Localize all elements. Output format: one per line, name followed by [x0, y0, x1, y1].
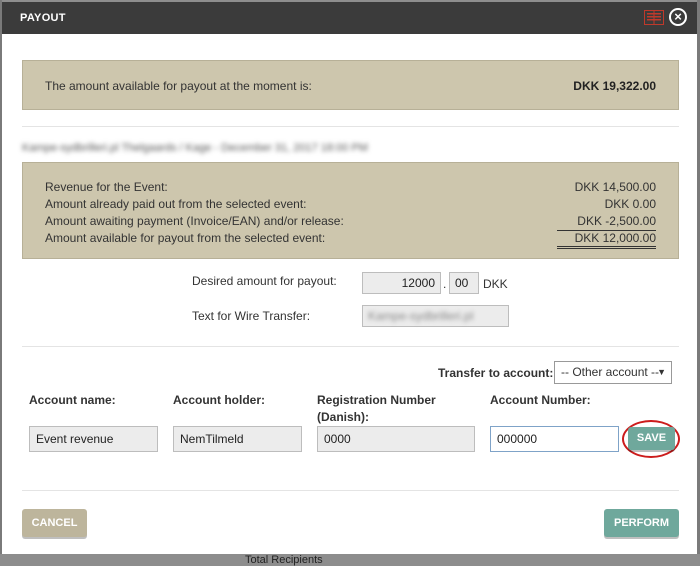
- account-holder-label: Account holder:: [173, 393, 265, 407]
- event-row-value: DKK 0.00: [604, 197, 656, 211]
- amount-cents-input[interactable]: 00: [449, 272, 479, 294]
- available-label: The amount available for payout at the m…: [45, 79, 312, 93]
- modal-title: PAYOUT: [20, 12, 66, 24]
- event-row-value: DKK -2,500.00: [577, 214, 656, 228]
- backdrop-bottom: [0, 554, 700, 566]
- divider: [22, 346, 679, 347]
- decimal-separator: .: [443, 277, 447, 291]
- account-number-label: Account Number:: [490, 393, 591, 407]
- amount-whole-input[interactable]: 12000: [362, 272, 441, 294]
- event-row-label: Amount available for payout from the sel…: [45, 231, 326, 245]
- account-name-input[interactable]: Event revenue: [29, 426, 158, 452]
- transfer-account-value: -- Other account --: [561, 365, 660, 379]
- document-icon[interactable]: [644, 10, 664, 25]
- wire-text-label: Text for Wire Transfer:: [192, 309, 311, 323]
- wire-text-input[interactable]: Kampe-sydbrilleri.pl: [362, 305, 509, 327]
- account-number-input[interactable]: 000000: [490, 426, 619, 452]
- background-text: Total Recipients: [245, 554, 323, 566]
- perform-button[interactable]: PERFORM: [604, 509, 679, 537]
- save-button[interactable]: SAVE: [628, 427, 675, 450]
- event-summary: Revenue for the Event: DKK 14,500.00 Amo…: [22, 162, 679, 259]
- chevron-down-icon: ▼: [657, 367, 666, 377]
- modal-titlebar: PAYOUT ×: [2, 2, 697, 34]
- registration-number-label: Registration Number: [317, 393, 436, 407]
- transfer-account-select[interactable]: -- Other account -- ▼: [554, 361, 672, 384]
- event-row-label: Amount awaiting payment (Invoice/EAN) an…: [45, 214, 344, 228]
- currency-label: DKK: [483, 277, 508, 291]
- cancel-button[interactable]: CANCEL: [22, 509, 87, 537]
- wire-text-value: Kampe-sydbrilleri.pl: [368, 309, 474, 323]
- account-holder-input[interactable]: NemTilmeld: [173, 426, 302, 452]
- event-row-value: DKK 14,500.00: [574, 180, 656, 194]
- divider: [22, 490, 679, 491]
- desired-amount-label: Desired amount for payout:: [192, 274, 337, 288]
- event-heading: Kampe-sydbrilleri.pl Thelgaards / Kage -…: [22, 142, 368, 154]
- transfer-account-label: Transfer to account:: [438, 366, 554, 380]
- registration-number-input[interactable]: 0000: [317, 426, 475, 452]
- divider: [22, 126, 679, 127]
- available-value: DKK 19,322.00: [573, 79, 656, 93]
- event-row-label: Revenue for the Event:: [45, 180, 168, 194]
- close-icon[interactable]: ×: [669, 8, 687, 26]
- available-summary: The amount available for payout at the m…: [22, 60, 679, 110]
- event-row-label: Amount already paid out from the selecte…: [45, 197, 307, 211]
- registration-number-label-suffix: (Danish):: [317, 410, 369, 424]
- event-total-value: DKK 12,000.00: [556, 230, 656, 249]
- payout-modal: PAYOUT × The amount available for payout…: [2, 2, 697, 554]
- account-name-label: Account name:: [29, 393, 116, 407]
